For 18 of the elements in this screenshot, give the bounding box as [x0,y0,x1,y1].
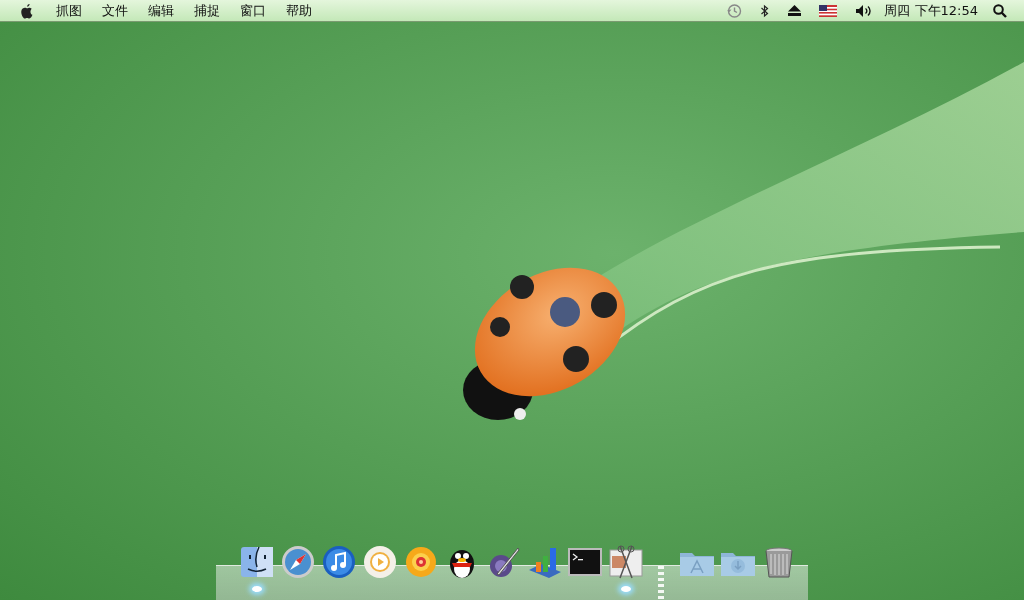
eject-icon[interactable] [788,5,802,16]
app-menu[interactable]: 抓图 [46,1,92,20]
scissors-icon[interactable] [607,544,644,580]
menu-item[interactable]: 帮助 [276,1,322,20]
speaker-icon[interactable] [855,3,874,18]
music-note-icon[interactable] [320,544,357,580]
apple-logo-icon[interactable] [20,2,34,19]
play-disc-icon[interactable] [361,544,398,580]
menu-item[interactable]: 窗口 [230,1,276,20]
bluetooth-icon[interactable] [760,3,771,18]
menu-item[interactable]: 文件 [92,1,138,20]
search-icon[interactable] [993,3,1007,18]
clock-text[interactable]: 周四 下午12:54 [884,1,978,20]
flag-icon[interactable] [819,4,838,17]
menu-item[interactable]: 编辑 [138,1,184,20]
menu-item[interactable]: 捕捉 [184,1,230,20]
finder-icon[interactable] [238,544,275,580]
clock-history-icon[interactable] [726,2,743,19]
